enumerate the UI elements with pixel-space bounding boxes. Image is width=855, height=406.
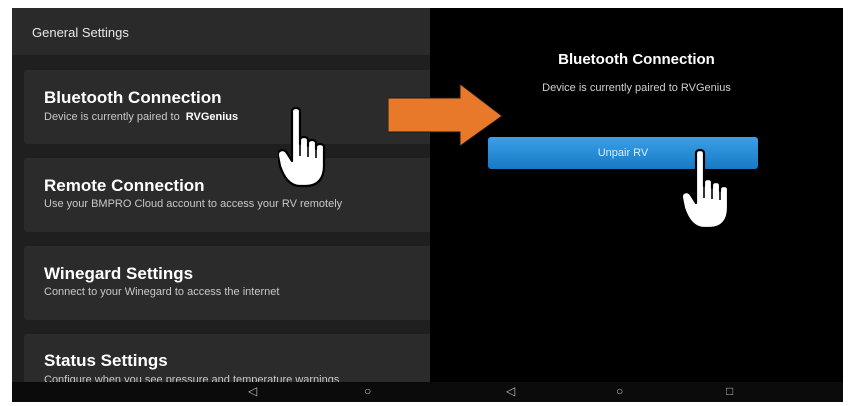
settings-item-status[interactable]: Status Settings Configure when you see p… <box>24 334 430 382</box>
pointing-hand-icon <box>278 106 326 188</box>
paired-device-name: RVGenius <box>185 111 239 123</box>
settings-item-remote[interactable]: Remote Connection Use your BMPRO Cloud a… <box>24 158 430 232</box>
android-nav-bar: ◁ ○ ◁ ○ □ <box>12 382 843 402</box>
settings-item-subtitle-text: Device is currently paired to <box>44 111 180 123</box>
settings-item-bluetooth[interactable]: Bluetooth Connection Device is currently… <box>24 70 430 144</box>
settings-item-subtitle: Configure when you see pressure and temp… <box>44 374 340 382</box>
home-circle-icon[interactable]: ○ <box>616 384 623 398</box>
bluetooth-detail-panel: Bluetooth Connection Device is currently… <box>430 8 843 382</box>
settings-list-panel: General Settings Bluetooth Connection De… <box>12 8 430 382</box>
detail-title: Bluetooth Connection <box>558 51 715 68</box>
annotation-arrow-icon <box>388 84 503 147</box>
settings-item-subtitle: Device is currently paired to RVGenius <box>44 111 238 123</box>
settings-header-title: General Settings <box>32 25 129 40</box>
settings-item-subtitle: Use your BMPRO Cloud account to access y… <box>44 198 343 210</box>
settings-header: General Settings <box>12 8 430 55</box>
pointing-hand-icon <box>682 148 730 230</box>
settings-item-winegard[interactable]: Winegard Settings Connect to your Winega… <box>24 246 430 320</box>
settings-item-title: Bluetooth Connection <box>44 88 222 107</box>
settings-item-title: Remote Connection <box>44 176 205 195</box>
back-triangle-icon[interactable]: ◁ <box>506 384 515 398</box>
device-screen: General Settings Bluetooth Connection De… <box>12 8 843 402</box>
back-triangle-icon[interactable]: ◁ <box>248 384 257 398</box>
settings-item-title: Winegard Settings <box>44 264 194 283</box>
recents-square-icon[interactable]: □ <box>726 384 733 398</box>
home-circle-icon[interactable]: ○ <box>364 384 371 398</box>
screenshot-frame: General Settings Bluetooth Connection De… <box>0 0 855 406</box>
settings-item-title: Status Settings <box>44 351 168 370</box>
settings-item-subtitle: Connect to your Winegard to access the i… <box>44 286 280 298</box>
